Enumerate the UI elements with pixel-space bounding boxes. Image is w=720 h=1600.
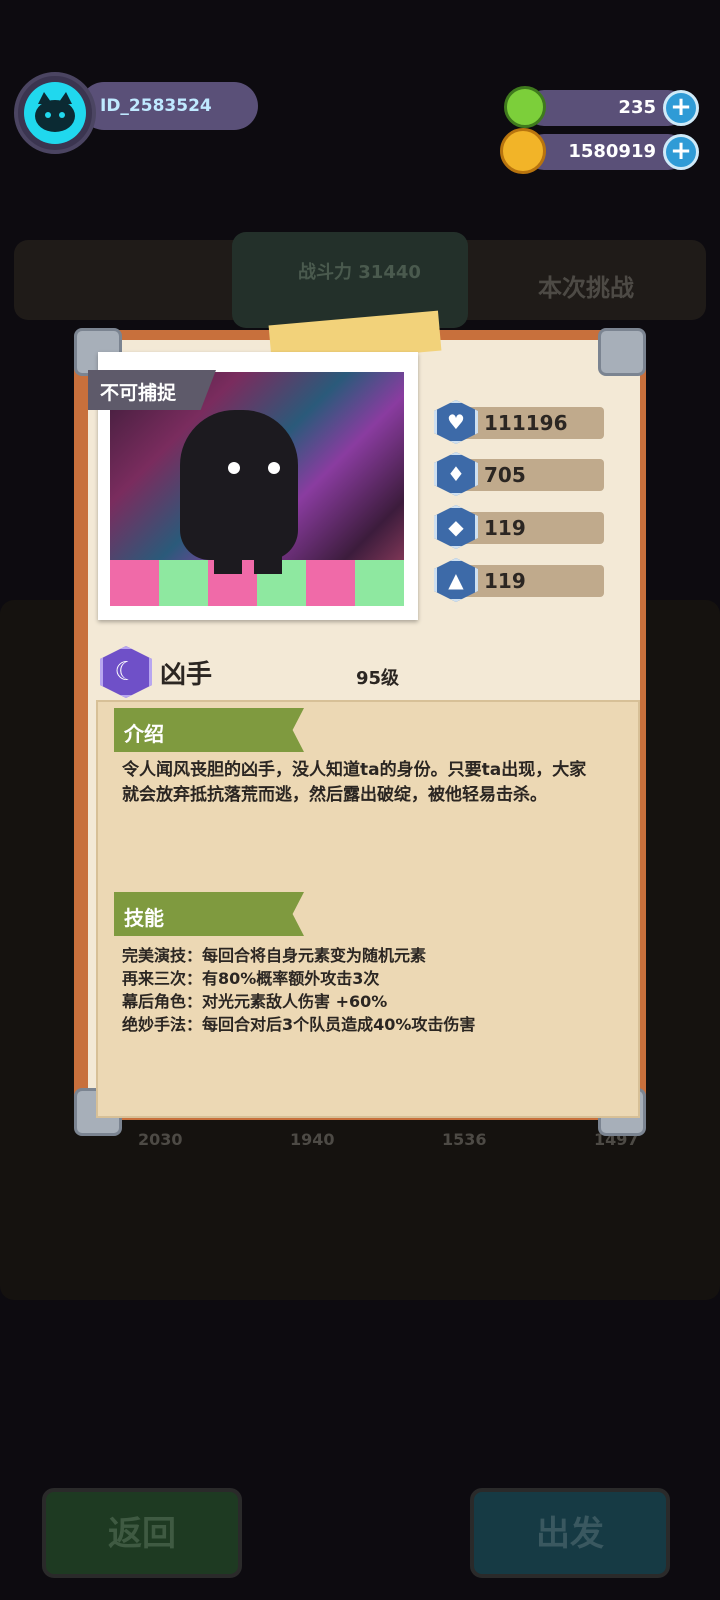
team-power-1: 2030	[138, 1130, 183, 1149]
skills-list: 完美演技：每回合将自身元素变为随机元素 再来三次：有80%概率额外攻击3次 幕后…	[122, 944, 602, 1036]
go-button[interactable]: 出发	[470, 1488, 670, 1578]
intro-text: 令人闻风丧胆的凶手，没人知道ta的身份。只要ta出现，大家就会放弃抵抗落荒而逃，…	[122, 760, 587, 805]
character-name: 凶手	[160, 660, 213, 690]
corner-clip	[598, 328, 646, 376]
team-power-2: 1940	[290, 1130, 335, 1149]
skill-item: 再来三次：有80%概率额外攻击3次	[122, 969, 380, 988]
back-button[interactable]: 返回	[42, 1488, 242, 1578]
skills-title: 技能	[124, 906, 164, 930]
add-gold-button[interactable]: +	[663, 134, 699, 170]
character-level: 95级	[356, 668, 400, 689]
avatar[interactable]	[24, 82, 86, 144]
eye	[268, 462, 280, 474]
foot	[214, 552, 242, 574]
player-id: ID_2583524	[100, 96, 212, 116]
skill-item: 绝妙手法：每回合对后3个队员造成40%攻击伤害	[122, 1015, 476, 1034]
gold-amount: 1580919	[568, 141, 656, 162]
cat-avatar-icon	[35, 92, 75, 132]
eye	[228, 462, 240, 474]
hp-value: 111196	[484, 411, 568, 435]
silhouette-character	[180, 410, 298, 560]
gold-planet-icon	[500, 128, 546, 174]
speed-value: 119	[484, 569, 526, 593]
foot	[254, 552, 282, 574]
green-gem-icon	[504, 86, 546, 128]
skill-item: 幕后角色：对光元素敌人伤害 +60%	[122, 992, 388, 1011]
intro-title: 介绍	[124, 722, 164, 746]
skill-item: 完美演技：每回合将自身元素变为随机元素	[122, 946, 427, 965]
team-power-3: 1536	[442, 1130, 487, 1149]
add-gem-button[interactable]: +	[663, 90, 699, 126]
power-label: 战斗力 31440	[298, 262, 421, 283]
attack-value: 705	[484, 463, 526, 487]
uncatchable-tag-label: 不可捕捉	[100, 382, 177, 404]
challenge-label: 本次挑战	[538, 274, 634, 302]
gem-amount: 235	[618, 97, 656, 118]
defense-value: 119	[484, 516, 526, 540]
